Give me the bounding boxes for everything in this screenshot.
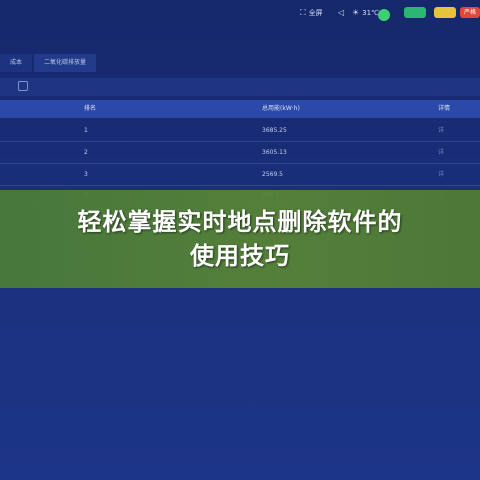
row-detail-link[interactable]: 详: [438, 142, 444, 164]
table-header: 排名 总用能(kW·h) 详情: [0, 100, 480, 118]
sun-icon: ☀: [352, 8, 360, 17]
fullscreen-icon: ⛶: [300, 8, 306, 17]
table-row: 3 2569.5 详: [0, 164, 480, 186]
status-badge-green[interactable]: [404, 7, 426, 18]
green-toggle-button[interactable]: [378, 9, 390, 21]
row-rank: 3: [84, 171, 88, 178]
temperature-label: 31℃: [362, 8, 379, 17]
row-energy: 3605.13: [262, 149, 287, 156]
speaker-icon: ◁: [338, 8, 345, 17]
sound-control[interactable]: ◁: [338, 8, 344, 17]
status-badge-red[interactable]: 严格: [460, 7, 480, 18]
table-row: 1 3685.25 详: [0, 120, 480, 142]
fullscreen-label: 全屏: [308, 9, 323, 17]
weather-widget: ☀ 31℃: [352, 8, 379, 17]
table-row: 2 3605.13 详: [0, 142, 480, 164]
tab-cost[interactable]: 成本: [0, 54, 33, 72]
fullscreen-toggle[interactable]: ⛶ 全屏: [300, 8, 323, 18]
row-rank: 1: [84, 127, 88, 134]
header-rank: 排名: [84, 105, 97, 112]
banner-title-line-2: 使用技巧: [190, 242, 290, 270]
row-detail-link[interactable]: 详: [438, 120, 444, 142]
row-energy: 2569.5: [262, 171, 283, 178]
top-status-bar: ⛶ 全屏 ◁ ☀ 31℃ 严格: [0, 0, 480, 30]
row-detail-link[interactable]: 详: [438, 164, 444, 186]
status-badge-yellow[interactable]: [434, 7, 456, 18]
filter-icon[interactable]: [18, 81, 28, 91]
row-energy: 3685.25: [262, 127, 287, 134]
title-banner: 轻松掌握实时地点删除软件的 使用技巧: [0, 190, 480, 288]
header-energy: 总用能(kW·h): [262, 105, 300, 112]
table-toolbar: [0, 78, 480, 96]
tab-co2-emission[interactable]: 二氧化碳排放量: [34, 54, 97, 72]
banner-title-line-1: 轻松掌握实时地点删除软件的: [77, 208, 403, 236]
header-detail: 详情: [438, 105, 451, 112]
row-rank: 2: [84, 149, 88, 156]
tab-bar: 成本 二氧化碳排放量: [0, 54, 98, 72]
